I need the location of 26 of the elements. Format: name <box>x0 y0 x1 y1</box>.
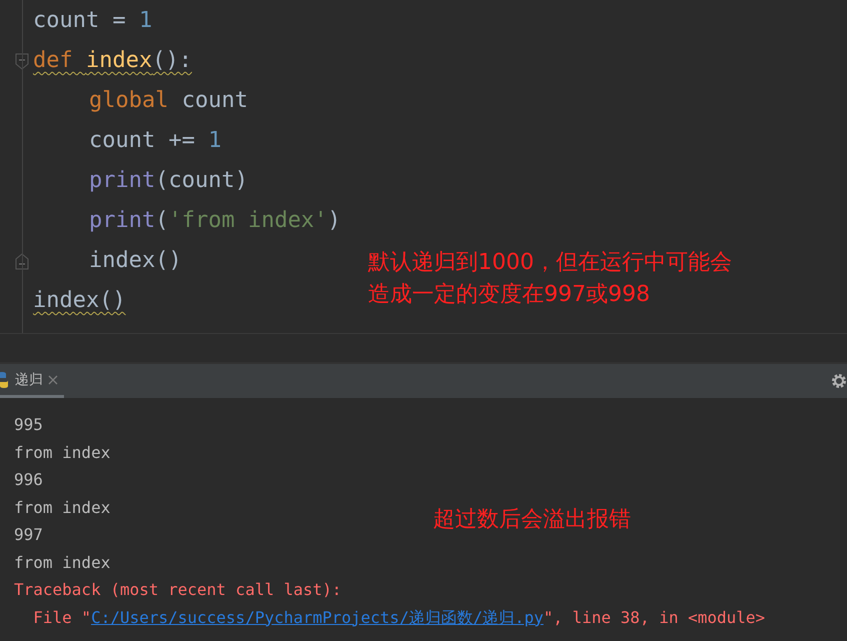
error-line: Traceback (most recent call last): <box>14 579 342 601</box>
annotation-text: 超过数后会溢出报错 <box>433 506 631 534</box>
code-line: print('from index') <box>89 207 341 235</box>
code-line: def index(): <box>33 47 192 75</box>
code-line: index() <box>89 247 182 275</box>
console-line: from index <box>14 442 110 464</box>
console-line: from index <box>14 496 110 518</box>
error-line: File " <box>32 606 92 628</box>
code-line: print(count) <box>89 167 248 195</box>
code-line: count += 1 <box>89 127 222 155</box>
console-line: 995 <box>14 414 43 436</box>
code-line: index() <box>33 287 126 315</box>
close-icon[interactable] <box>48 374 58 384</box>
code-line: global count <box>89 87 248 115</box>
code-line: count = 1 <box>33 7 152 35</box>
settings-icon[interactable] <box>831 373 847 389</box>
error-line: ", line 38, in <module> <box>543 606 766 628</box>
code-editor[interactable]: count = 1 def index(): global count count += 1 print(count) print('from index') index() index() 默认递归到1000，但在运行中可能会 造成一定的变度在997或998 <box>0 0 847 334</box>
fold-icon[interactable] <box>15 52 29 70</box>
annotation-text: 默认递归到1000，但在运行中可能会 造成一定的变度在997或998 <box>368 249 732 309</box>
console-line: 996 <box>14 469 43 491</box>
console-line: from index <box>14 552 110 574</box>
console-line: 997 <box>14 524 43 546</box>
file-link[interactable]: C:/Users/success/PycharmProjects/递归函数/递归.py <box>91 604 544 631</box>
fold-icon[interactable] <box>15 252 29 270</box>
python-icon <box>0 372 10 388</box>
